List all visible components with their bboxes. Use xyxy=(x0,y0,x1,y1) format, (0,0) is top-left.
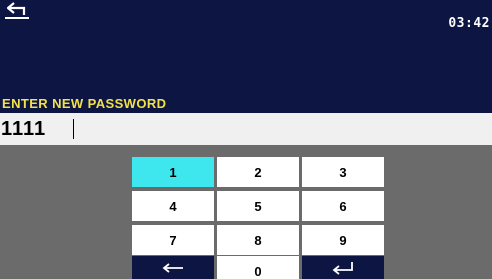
key-1[interactable]: 1 xyxy=(132,157,214,187)
enter-key[interactable] xyxy=(302,256,384,279)
key-label: 3 xyxy=(339,164,347,180)
prompt-label: ENTER NEW PASSWORD xyxy=(2,96,167,111)
key-4[interactable]: 4 xyxy=(132,191,214,221)
header-bar: 03:42 ENTER NEW PASSWORD xyxy=(0,0,492,113)
key-7[interactable]: 7 xyxy=(132,225,214,255)
back-button[interactable] xyxy=(2,0,32,22)
key-label: 9 xyxy=(339,232,347,248)
back-arrow-icon xyxy=(2,0,32,22)
password-input[interactable]: 1111 xyxy=(0,113,492,145)
backspace-key[interactable] xyxy=(132,256,214,279)
key-label: 5 xyxy=(254,198,262,214)
key-5[interactable]: 5 xyxy=(217,191,299,221)
backspace-arrow-icon xyxy=(162,262,184,274)
key-label: 8 xyxy=(254,232,262,248)
key-label: 2 xyxy=(254,164,262,180)
text-cursor xyxy=(73,119,74,139)
key-label: 0 xyxy=(254,264,262,279)
key-3[interactable]: 3 xyxy=(302,157,384,187)
key-label: 7 xyxy=(169,232,177,248)
key-0[interactable]: 0 xyxy=(217,256,299,279)
key-label: 6 xyxy=(339,198,347,214)
key-9[interactable]: 9 xyxy=(302,225,384,255)
key-6[interactable]: 6 xyxy=(302,191,384,221)
key-label: 4 xyxy=(169,198,177,214)
password-value: 1111 xyxy=(1,118,47,140)
enter-icon xyxy=(331,261,355,275)
key-8[interactable]: 8 xyxy=(217,225,299,255)
key-label: 1 xyxy=(169,164,177,180)
numeric-keypad: 1 2 3 4 5 6 7 8 9 0 xyxy=(0,145,492,279)
clock-time: 03:42 xyxy=(448,16,490,31)
key-2[interactable]: 2 xyxy=(217,157,299,187)
